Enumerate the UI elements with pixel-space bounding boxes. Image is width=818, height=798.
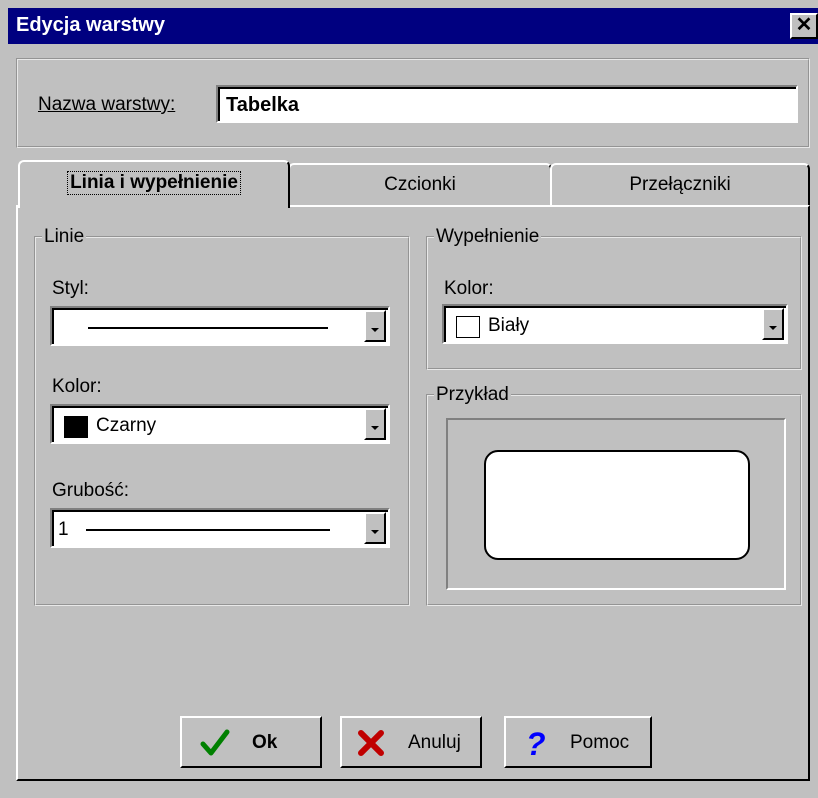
- thickness-value: 1: [58, 519, 69, 540]
- thickness-label: Grubość:: [52, 480, 130, 501]
- layer-name-input[interactable]: Tabelka: [216, 85, 798, 123]
- line-style-sample: [88, 327, 328, 329]
- chevron-down-icon[interactable]: [364, 408, 386, 440]
- chevron-down-icon[interactable]: [762, 308, 784, 340]
- fill-group-title: Wypełnienie: [434, 226, 542, 248]
- close-button[interactable]: ✕: [790, 13, 818, 39]
- cancel-button[interactable]: Anuluj: [340, 716, 482, 768]
- chevron-down-icon[interactable]: [364, 310, 386, 342]
- question-mark-icon: ?: [526, 728, 546, 758]
- cancel-button-label: Anuluj: [408, 732, 461, 753]
- preview-sample-box: [484, 450, 750, 560]
- fill-color-label: Kolor:: [444, 278, 494, 299]
- tab-switches-label: Przełączniki: [629, 174, 731, 195]
- fill-group: Wypełnienie Kolor: Biały: [426, 226, 802, 370]
- thickness-dropdown[interactable]: 1: [50, 508, 390, 548]
- checkmark-icon: [200, 729, 230, 756]
- window-title: Edycja warstwy: [16, 14, 165, 36]
- style-label: Styl:: [52, 278, 89, 299]
- dialog-window: Edycja warstwy ✕ Nazwa warstwy: Tabelka …: [0, 0, 818, 798]
- line-color-dropdown[interactable]: Czarny: [50, 404, 390, 444]
- tab-fonts[interactable]: Czcionki: [288, 163, 552, 205]
- layer-name-label-text: Nazwa warstwy:: [38, 94, 176, 115]
- thickness-sample: [86, 529, 330, 531]
- fill-color-dropdown[interactable]: Biały: [442, 304, 788, 344]
- fill-color-swatch: [456, 316, 480, 338]
- line-color-value: Czarny: [96, 415, 157, 436]
- help-button[interactable]: ? Pomoc: [504, 716, 652, 768]
- line-color-label: Kolor:: [52, 376, 102, 397]
- lines-group-title: Linie: [42, 226, 87, 248]
- layer-name-value: Tabelka: [226, 94, 299, 116]
- ok-button[interactable]: Ok: [180, 716, 322, 768]
- svg-text:?: ?: [526, 728, 546, 758]
- style-dropdown[interactable]: [50, 306, 390, 346]
- preview-frame: [446, 418, 786, 590]
- fill-color-value: Biały: [488, 315, 530, 336]
- help-button-label: Pomoc: [570, 732, 630, 753]
- line-color-swatch: [64, 416, 88, 438]
- tab-line-and-fill[interactable]: Linia i wypełnienie: [18, 160, 290, 208]
- tab-switches[interactable]: Przełączniki: [550, 163, 810, 205]
- preview-group: Przykład: [426, 384, 802, 606]
- tab-line-and-fill-label: Linia i wypełnienie: [67, 171, 241, 195]
- tab-fonts-label: Czcionki: [384, 174, 456, 195]
- ok-button-label: Ok: [252, 732, 278, 753]
- chevron-down-icon[interactable]: [364, 512, 386, 544]
- preview-group-title: Przykład: [434, 384, 511, 406]
- title-bar: Edycja warstwy ✕: [8, 8, 818, 44]
- lines-group: Linie Styl: Kolor: Czarny Grubość: 1: [34, 226, 410, 606]
- layer-name-label: Nazwa warstwy:: [38, 94, 175, 116]
- close-icon: ✕: [795, 14, 813, 36]
- x-icon: [358, 730, 384, 756]
